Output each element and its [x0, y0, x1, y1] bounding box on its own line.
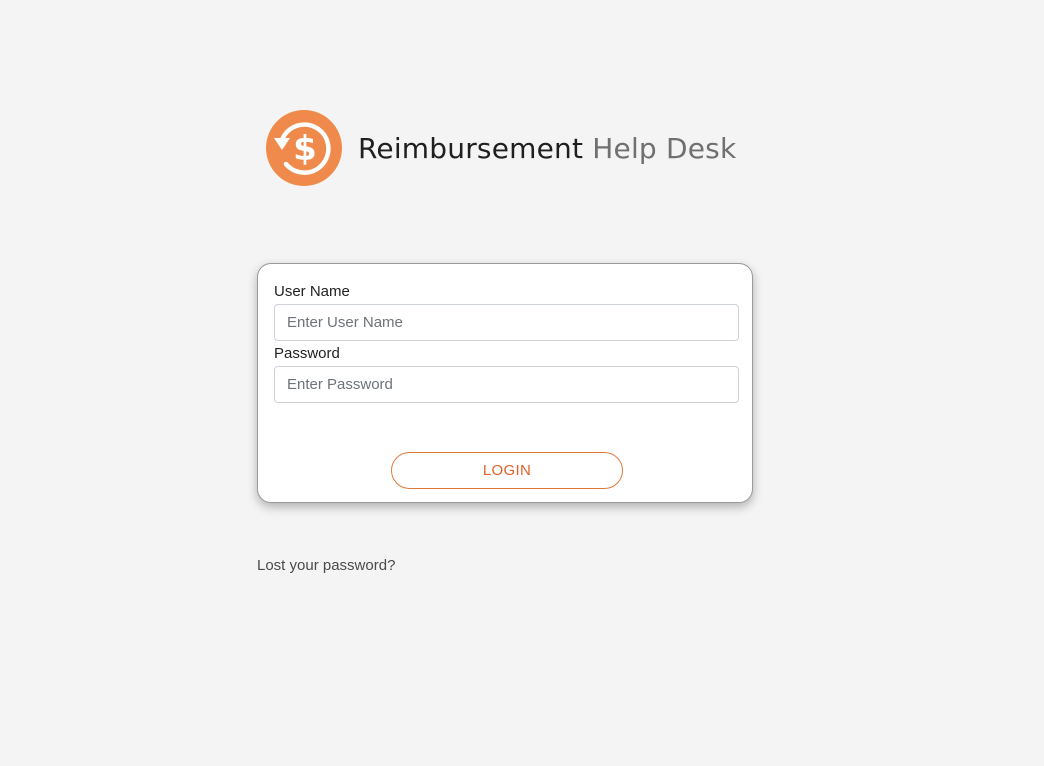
app-title: Reimbursement Help Desk	[358, 132, 736, 165]
refund-dollar-icon: $	[266, 110, 342, 186]
password-input[interactable]	[274, 366, 739, 403]
brand-header: $ Reimbursement Help Desk	[266, 110, 736, 186]
lost-password-link[interactable]: Lost your password?	[257, 557, 395, 574]
login-button[interactable]: LOGIN	[391, 452, 623, 489]
username-input[interactable]	[274, 304, 739, 341]
login-page: $ Reimbursement Help Desk User Name Pass…	[0, 0, 1044, 766]
username-label: User Name	[274, 283, 350, 300]
app-title-primary: Reimbursement	[358, 131, 584, 165]
login-card: User Name Password LOGIN	[257, 263, 753, 503]
app-title-secondary: Help Desk	[592, 131, 737, 165]
password-label: Password	[274, 345, 340, 362]
svg-text:$: $	[293, 129, 317, 169]
